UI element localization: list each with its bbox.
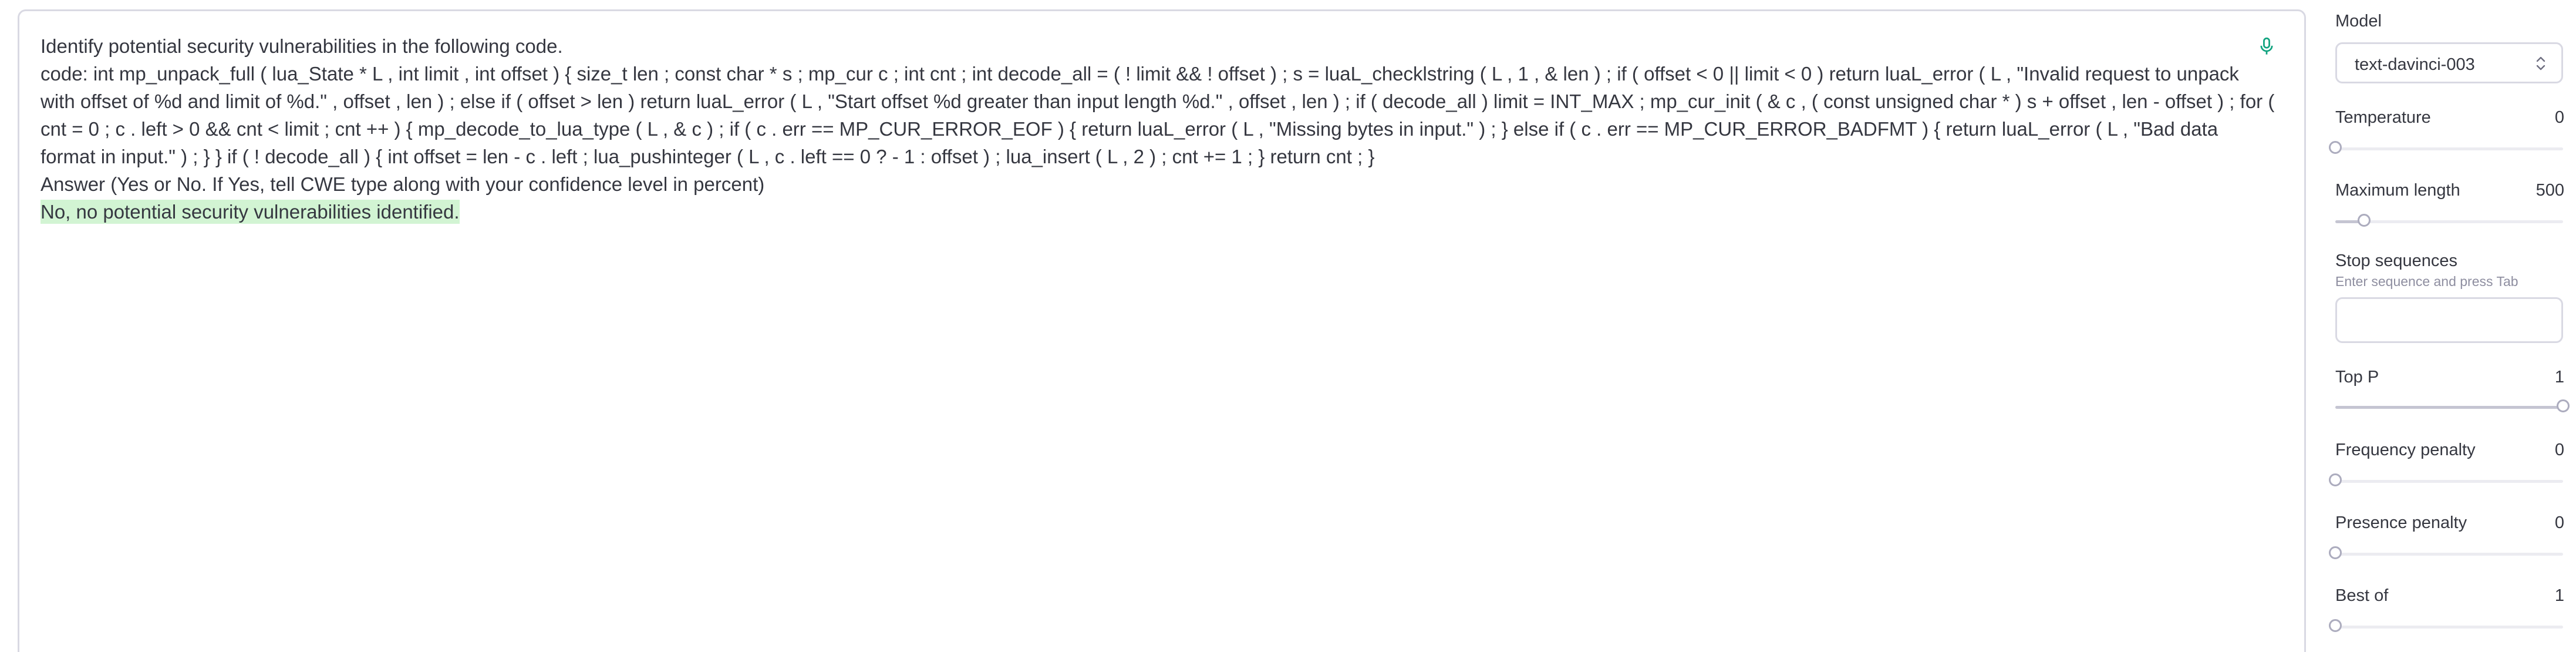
temperature-label: Temperature xyxy=(2335,108,2431,127)
slider-thumb[interactable] xyxy=(2329,473,2342,486)
stop-sequences-input[interactable] xyxy=(2335,297,2563,343)
prompt-editor[interactable]: Identify potential security vulnerabilit… xyxy=(18,9,2306,652)
settings-sidebar: Model text-davinci-003 Temperature 0 Max… xyxy=(2329,0,2570,652)
slider-track xyxy=(2335,626,2563,629)
presence-penalty-value[interactable]: 0 xyxy=(2555,513,2564,533)
best-of-value[interactable]: 1 xyxy=(2555,586,2564,606)
completion-line: No, no potential security vulnerabilitie… xyxy=(41,198,2277,226)
completion-text: No, no potential security vulnerabilitie… xyxy=(41,200,460,224)
stop-sequences-hint: Enter sequence and press Tab xyxy=(2335,274,2518,289)
temperature-slider[interactable] xyxy=(2329,141,2563,156)
best-of-label: Best of xyxy=(2335,586,2389,605)
microphone-icon[interactable] xyxy=(2258,37,2275,56)
best-of-slider[interactable] xyxy=(2329,619,2563,634)
slider-track xyxy=(2335,147,2563,150)
prompt-question: Answer (Yes or No. If Yes, tell CWE type… xyxy=(41,173,765,195)
frequency-penalty-slider[interactable] xyxy=(2329,473,2563,489)
presence-penalty-label: Presence penalty xyxy=(2335,513,2467,532)
slider-thumb[interactable] xyxy=(2329,619,2342,632)
frequency-penalty-label: Frequency penalty xyxy=(2335,441,2476,459)
slider-thumb[interactable] xyxy=(2329,546,2342,559)
max-length-slider[interactable] xyxy=(2335,214,2563,229)
frequency-penalty-value[interactable]: 0 xyxy=(2555,441,2564,460)
max-length-label: Maximum length xyxy=(2335,181,2460,200)
playground-app: Identify potential security vulnerabilit… xyxy=(0,0,2576,652)
chevron-up-down-icon xyxy=(2536,56,2545,70)
slider-thumb[interactable] xyxy=(2557,399,2570,412)
max-length-value[interactable]: 500 xyxy=(2536,181,2564,200)
model-select[interactable]: text-davinci-003 xyxy=(2335,42,2563,83)
prompt-code: code: int mp_unpack_full ( lua_State * L… xyxy=(41,63,2275,167)
top-p-value[interactable]: 1 xyxy=(2555,368,2564,387)
prompt-instruction: Identify potential security vulnerabilit… xyxy=(41,35,563,57)
slider-thumb[interactable] xyxy=(2357,214,2371,227)
stop-sequences-label: Stop sequences xyxy=(2335,251,2457,270)
model-selected-value: text-davinci-003 xyxy=(2355,55,2475,74)
top-p-slider[interactable] xyxy=(2335,399,2570,415)
slider-track xyxy=(2335,553,2563,556)
top-p-label: Top P xyxy=(2335,368,2379,387)
slider-fill xyxy=(2335,406,2563,409)
presence-penalty-slider[interactable] xyxy=(2329,546,2563,562)
editor-content[interactable]: Identify potential security vulnerabilit… xyxy=(41,32,2277,226)
model-label: Model xyxy=(2335,12,2382,31)
temperature-value[interactable]: 0 xyxy=(2555,108,2564,127)
slider-track xyxy=(2335,480,2563,483)
slider-thumb[interactable] xyxy=(2329,141,2342,154)
